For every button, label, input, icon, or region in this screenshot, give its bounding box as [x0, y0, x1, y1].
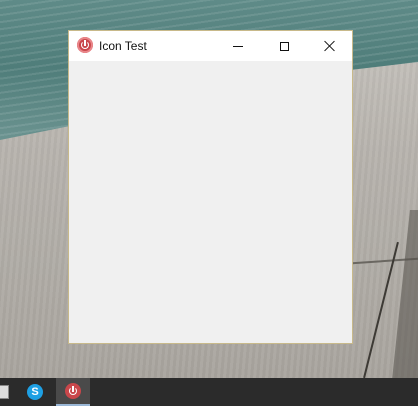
taskbar-item-document[interactable]: [0, 378, 20, 406]
close-icon: [324, 40, 336, 52]
app-window[interactable]: Icon Test: [68, 30, 353, 344]
close-button[interactable]: [307, 31, 353, 61]
skype-icon: S: [27, 384, 43, 400]
taskbar-item-skype[interactable]: S: [18, 378, 52, 406]
taskbar-item-icon-test[interactable]: [56, 378, 90, 406]
title-bar[interactable]: Icon Test: [69, 31, 352, 61]
minimize-icon: [233, 45, 243, 47]
taskbar: S: [0, 378, 418, 406]
document-icon: [0, 385, 9, 399]
maximize-icon: [279, 41, 289, 51]
minimize-button[interactable]: [215, 31, 261, 61]
window-title: Icon Test: [99, 39, 147, 53]
window-client-area: [69, 61, 352, 343]
power-icon: [65, 383, 81, 399]
power-icon[interactable]: [77, 37, 93, 53]
maximize-button[interactable]: [261, 31, 307, 61]
